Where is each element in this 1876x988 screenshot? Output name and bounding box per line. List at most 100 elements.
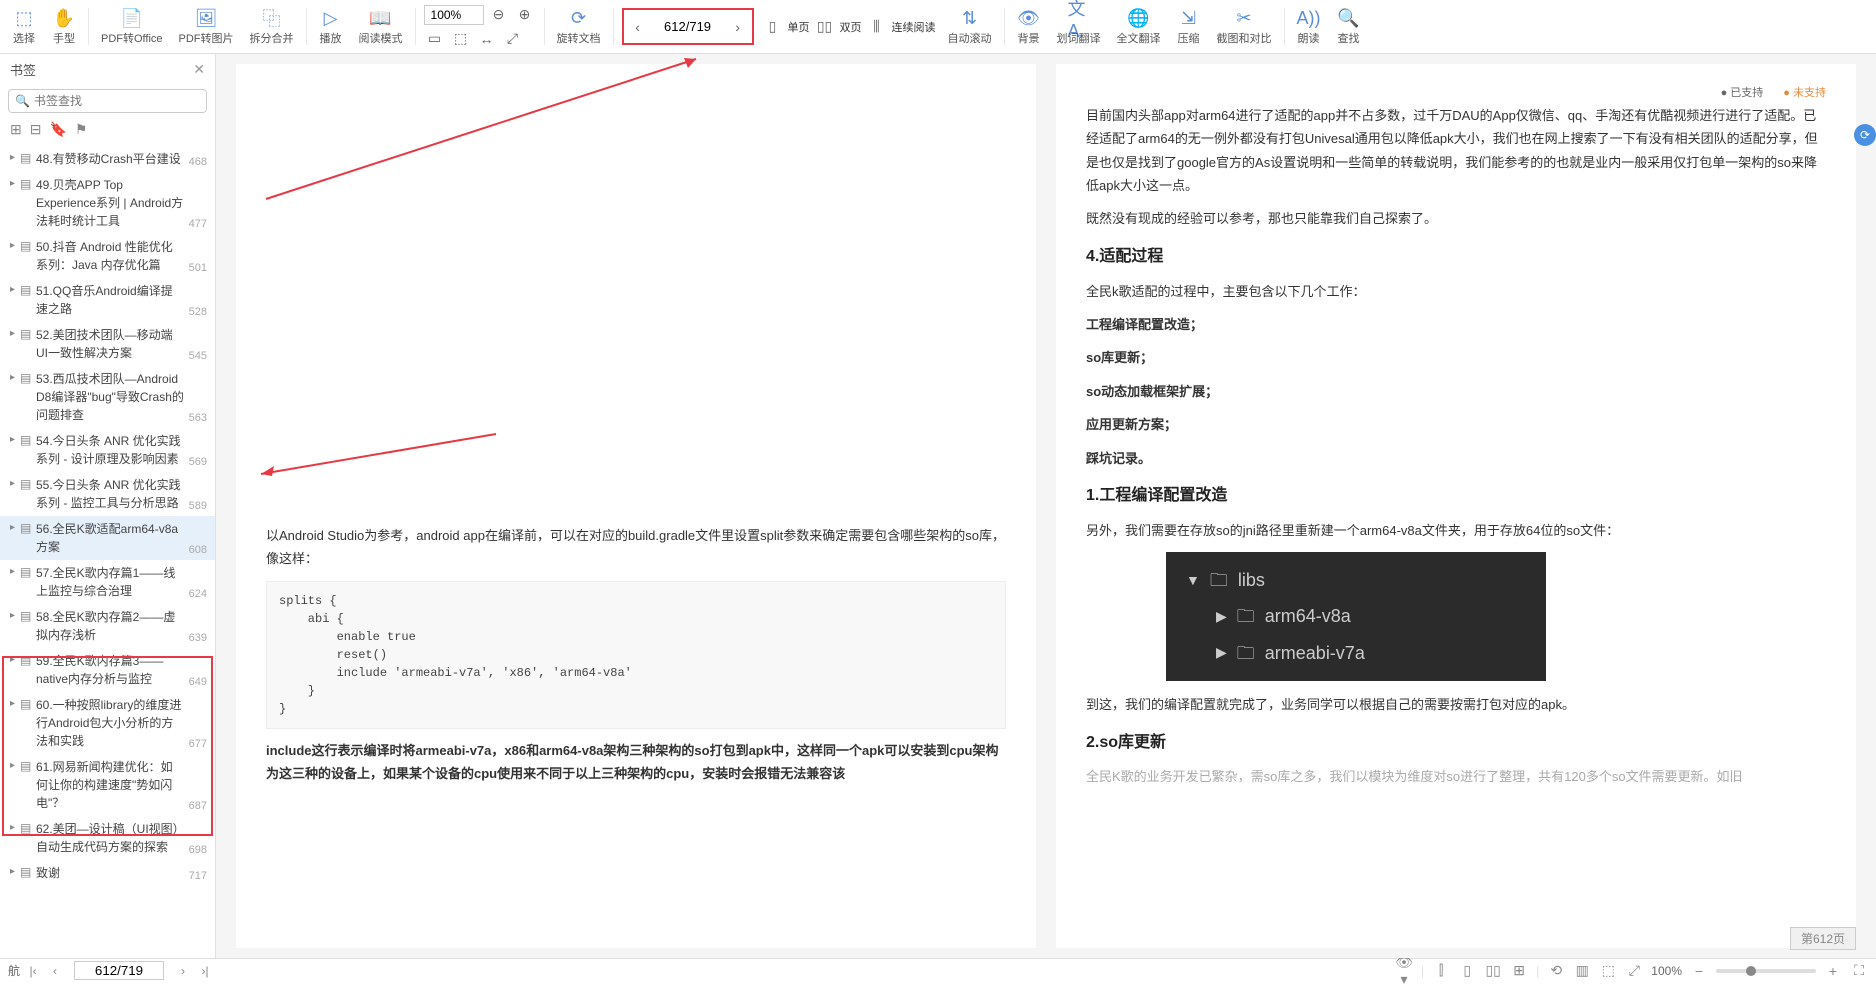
sb-v2-icon[interactable]: ▯	[1458, 962, 1476, 979]
bookmark-title: 61.网易新闻构建优化：如何让你的构建速度"势如闪电"？	[36, 758, 189, 812]
bookmark-icon: ▤	[20, 477, 32, 512]
sb-v4-icon[interactable]: ⊞	[1510, 962, 1528, 979]
zoom-combo[interactable]	[424, 5, 484, 25]
tool-find[interactable]: 🔍查找	[1329, 0, 1369, 53]
bookmark-item[interactable]: ▸▤62.美团—设计稿（UI视图）自动生成代码方案的探索698	[0, 816, 215, 860]
sb-v3-icon[interactable]: ▯▯	[1484, 962, 1502, 979]
h-process: 4.适配过程	[1086, 243, 1826, 272]
tool-compress[interactable]: ⇲压缩	[1169, 0, 1209, 53]
chevron-right-icon: ▸	[10, 434, 20, 468]
tool-pdf2office[interactable]: 📄PDF转Office	[93, 0, 171, 53]
page-right: ● 已支持 ● 未支持 目前国内头部app对arm64进行了适配的app并不占多…	[1056, 64, 1856, 948]
bookmark-icon: ▤	[20, 865, 32, 882]
bookmark-search-input[interactable]	[34, 94, 200, 108]
chevron-right-icon: ▸	[10, 178, 20, 230]
bm-tool-1-icon[interactable]: ⊞	[10, 121, 22, 138]
bookmark-page: 717	[189, 870, 207, 882]
bookmark-title: 54.今日头条 ANR 优化实践系列 - 设计原理及影响因素	[36, 432, 189, 468]
tool-readmode[interactable]: 📖阅读模式	[351, 0, 411, 53]
bookmarks-sidebar: 书签 ✕ 🔍 ⊞ ⊟ 🔖 ⚑ ▸▤48.有赞移动Crash平台建设468▸▤49…	[0, 54, 216, 958]
page-prev-icon[interactable]: ‹	[628, 19, 648, 35]
tool-rotate[interactable]: ⟳旋转文档	[549, 0, 609, 53]
bookmark-item[interactable]: ▸▤53.西瓜技术团队—Android D8编译器"bug"导致Crash的问题…	[0, 366, 215, 428]
bookmark-item[interactable]: ▸▤54.今日头条 ANR 优化实践系列 - 设计原理及影响因素569	[0, 428, 215, 472]
bookmark-item[interactable]: ▸▤56.全民K歌适配arm64-v8a方案608	[0, 516, 215, 560]
fit-4-icon[interactable]: ⤢	[502, 28, 524, 50]
tool-compare[interactable]: ✂截图和对比	[1209, 0, 1280, 53]
sb-v1-icon[interactable]: ⫿	[1432, 962, 1450, 979]
zoom-slider[interactable]	[1716, 969, 1816, 973]
fit-3-icon[interactable]: ↔	[476, 28, 498, 50]
document-content: 以Android Studio为参考，android app在编译前，可以在对应…	[216, 54, 1876, 958]
bm-tool-3-icon[interactable]: 🔖	[49, 121, 66, 138]
tool-hand[interactable]: ✋手型	[44, 0, 84, 53]
bookmark-item[interactable]: ▸▤61.网易新闻构建优化：如何让你的构建速度"势如闪电"？687	[0, 754, 215, 816]
jni-p: 另外，我们需要在存放so的jni路径里重新建一个arm64-v8a文件夹，用于存…	[1086, 519, 1826, 542]
bookmark-icon: ▤	[20, 609, 32, 644]
bookmark-item[interactable]: ▸▤48.有赞移动Crash平台建设468	[0, 146, 215, 172]
tool-select[interactable]: ⬚选择	[4, 0, 44, 53]
bookmark-icon: ▤	[20, 239, 32, 274]
sidebar-close-icon[interactable]: ✕	[193, 61, 205, 78]
fit-2-icon[interactable]: ⬚	[450, 28, 472, 50]
sb-r3-icon[interactable]: ⬚	[1599, 962, 1617, 979]
bookmark-item[interactable]: ▸▤51.QQ音乐Android编译提速之路528	[0, 278, 215, 322]
page-input[interactable]	[648, 19, 728, 34]
tool-read[interactable]: A))朗读	[1289, 0, 1329, 53]
chevron-right-icon: ▸	[10, 866, 20, 882]
view-cont-icon[interactable]: ⫼	[866, 16, 888, 38]
view-single-icon[interactable]: ▯	[762, 16, 784, 38]
bookmark-item[interactable]: ▸▤59.全民K歌内存篇3——native内存分析与监控649	[0, 648, 215, 692]
tool-autoscroll[interactable]: ⇅自动滚动	[940, 0, 1000, 53]
build-intro: 以Android Studio为参考，android app在编译前，可以在对应…	[266, 524, 1006, 571]
intro-1: 目前国内头部app对arm64进行了适配的app并不占多数，过千万DAU的App…	[1086, 104, 1826, 198]
bookmark-item[interactable]: ▸▤55.今日头条 ANR 优化实践系列 - 监控工具与分析思路589	[0, 472, 215, 516]
zoom-out-icon[interactable]: ⊖	[488, 4, 510, 26]
sb-full-icon[interactable]: ⛶	[1850, 962, 1868, 979]
bm-tool-4-icon[interactable]: ⚑	[75, 121, 88, 138]
sb-page-input[interactable]	[74, 961, 164, 980]
bookmark-page: 569	[189, 456, 207, 468]
sidebar-title: 书签	[10, 60, 36, 79]
tool-fulltrans[interactable]: 🌐全文翻译	[1109, 0, 1169, 53]
sb-zoom-minus-icon[interactable]: −	[1690, 963, 1708, 979]
bookmark-icon: ▤	[20, 521, 32, 556]
sb-r2-icon[interactable]: ▥	[1573, 962, 1591, 979]
sb-eye-icon[interactable]: 👁▾	[1395, 954, 1413, 988]
sb-prev-icon[interactable]: ‹	[46, 964, 64, 978]
bookmark-page: 589	[189, 500, 207, 512]
bookmark-item[interactable]: ▸▤57.全民K歌内存篇1——线上监控与综合治理624	[0, 560, 215, 604]
bookmark-icon: ▤	[20, 653, 32, 688]
tool-background[interactable]: 👁背景	[1009, 0, 1049, 53]
sb-next-icon[interactable]: ›	[174, 964, 192, 978]
tool-wordtrans[interactable]: 文A划词翻译	[1049, 0, 1109, 53]
tool-play[interactable]: ▷播放	[311, 0, 351, 53]
bookmark-title: 48.有赞移动Crash平台建设	[36, 150, 189, 168]
h-so: 2.so库更新	[1086, 729, 1826, 758]
bookmark-icon: ▤	[20, 177, 32, 230]
code-block: splits { abi { enable true reset() inclu…	[266, 581, 1006, 729]
bookmark-page: 649	[189, 676, 207, 688]
bookmark-item[interactable]: ▸▤60.一种按照library的维度进行Android包大小分析的方法和实践6…	[0, 692, 215, 754]
bookmark-item[interactable]: ▸▤58.全民K歌内存篇2——虚拟内存浅析639	[0, 604, 215, 648]
bookmark-item[interactable]: ▸▤49.贝壳APP Top Experience系列 | Android方法耗…	[0, 172, 215, 234]
chevron-right-icon: ▸	[10, 284, 20, 318]
right-float-button[interactable]: ⟳	[1854, 124, 1876, 146]
legend-supported: ● 已支持	[1721, 84, 1764, 104]
bookmark-item[interactable]: ▸▤致谢717	[0, 860, 215, 886]
sb-first-icon[interactable]: |‹	[24, 964, 42, 978]
page-next-icon[interactable]: ›	[728, 19, 748, 35]
bookmark-item[interactable]: ▸▤52.美团技术团队—移动端UI一致性解决方案545	[0, 322, 215, 366]
sb-r4-icon[interactable]: ⤢	[1625, 962, 1643, 979]
bookmark-item[interactable]: ▸▤50.抖音 Android 性能优化系列：Java 内存优化篇501	[0, 234, 215, 278]
sb-r1-icon[interactable]: ⟲	[1547, 962, 1565, 979]
fit-1-icon[interactable]: ▭	[424, 28, 446, 50]
sb-zoom-plus-icon[interactable]: +	[1824, 963, 1842, 979]
sb-last-icon[interactable]: ›|	[196, 964, 214, 978]
tool-pdf2img[interactable]: 🖼PDF转图片	[171, 0, 242, 53]
tool-splitmerge[interactable]: ⿻拆分合并	[242, 0, 302, 53]
chevron-right-icon: ▸	[10, 610, 20, 644]
zoom-in-icon[interactable]: ⊕	[514, 4, 536, 26]
bm-tool-2-icon[interactable]: ⊟	[30, 121, 42, 138]
view-double-icon[interactable]: ▯▯	[814, 16, 836, 38]
